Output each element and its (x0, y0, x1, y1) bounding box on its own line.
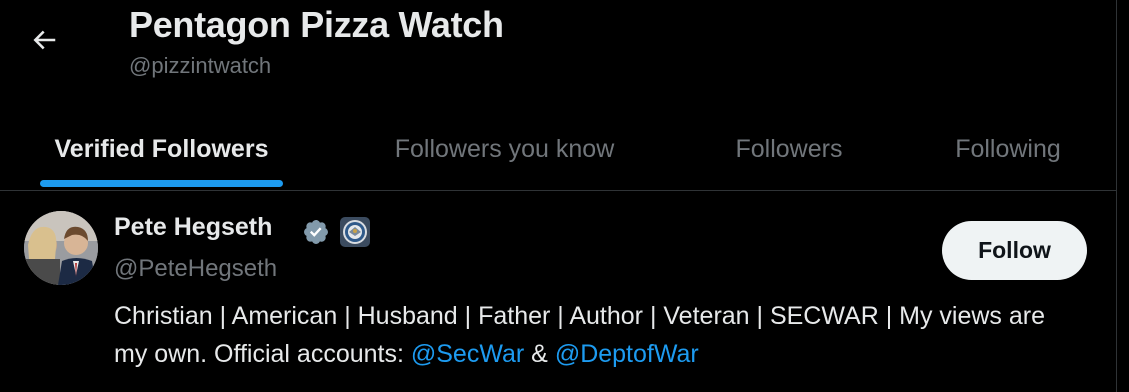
tab-label: Followers you know (394, 134, 615, 163)
arrow-left-icon (33, 30, 56, 50)
tab-followers[interactable]: Followers (714, 108, 864, 190)
bio-separator: & (524, 340, 555, 368)
user-display-name[interactable]: Pete Hegseth (114, 213, 272, 242)
tab-verified-followers[interactable]: Verified Followers (40, 108, 283, 190)
back-button[interactable] (22, 20, 66, 60)
avatar-photo (24, 211, 98, 285)
tab-following[interactable]: Following (932, 108, 1084, 190)
bio-mention-deptofwar[interactable]: @DeptofWar (555, 340, 699, 368)
dept-of-war-seal-icon[interactable] (340, 217, 370, 247)
user-handle[interactable]: @PeteHegseth (114, 255, 277, 283)
tab-bar: Verified Followers Followers you know Fo… (0, 108, 1116, 191)
active-tab-indicator (40, 180, 283, 187)
user-cell[interactable]: Pete Hegseth @PeteHegseth Follow Christi… (0, 191, 1116, 392)
tab-label: Followers (735, 134, 843, 163)
avatar[interactable] (24, 211, 98, 285)
follow-button[interactable]: Follow (942, 221, 1087, 280)
verified-badge-icon[interactable] (302, 218, 330, 246)
profile-followers-panel: Pentagon Pizza Watch @pizzintwatch Verif… (0, 0, 1117, 392)
bio-mention-secwar[interactable]: @SecWar (411, 340, 524, 368)
page-handle: @pizzintwatch (129, 53, 272, 78)
tab-followers-you-know[interactable]: Followers you know (352, 108, 657, 190)
tab-label: Verified Followers (54, 134, 269, 163)
user-bio: Christian | American | Husband | Father … (114, 297, 1074, 373)
tab-label: Following (955, 134, 1061, 163)
page-title: Pentagon Pizza Watch (129, 4, 504, 45)
